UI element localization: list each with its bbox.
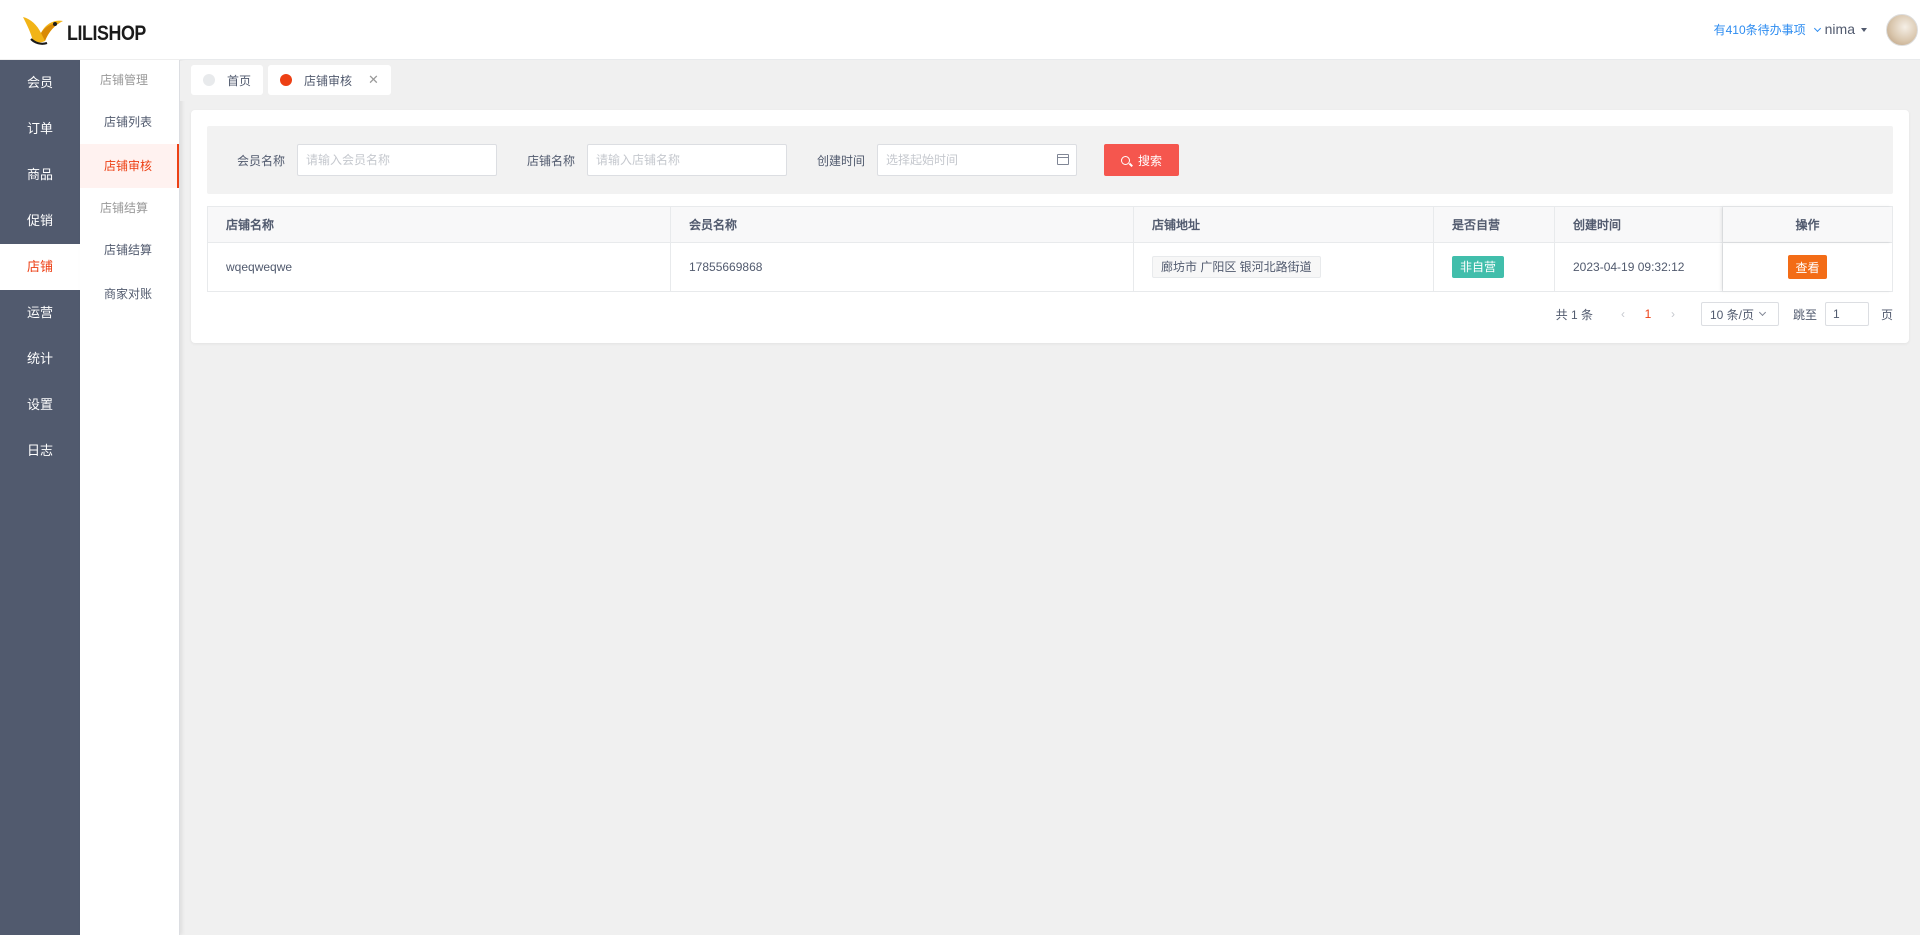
column-header-created-at: 创建时间 (1555, 207, 1723, 242)
pagination: 共 1 条 ‹ 1 › 10 条/页 跳至 页 (1556, 302, 1893, 326)
start-date-input[interactable] (877, 144, 1077, 176)
chevron-down-icon (1813, 24, 1822, 33)
avatar[interactable] (1886, 14, 1918, 46)
page-number[interactable]: 1 (1635, 307, 1661, 321)
create-time-label: 创建时间 (817, 154, 866, 168)
sub-item-store-audit[interactable]: 店铺审核 (80, 144, 179, 188)
tab-status-dot-icon (280, 74, 292, 86)
main-menu-item-store[interactable]: 店铺 (0, 244, 80, 290)
main-menu-item-goods[interactable]: 商品 (0, 152, 80, 198)
prev-page-icon[interactable]: ‹ (1611, 307, 1635, 321)
jump-suffix: 页 (1880, 307, 1893, 322)
pagination-total: 共 1 条 (1555, 307, 1593, 322)
todo-dropdown[interactable]: 有410条待办事项 (1713, 21, 1822, 38)
tab-store-audit[interactable]: 店铺审核 ✕ (268, 65, 391, 95)
sub-group-title-store-settlement: 店铺结算 (100, 201, 149, 215)
main-menu-item-member[interactable]: 会员 (0, 60, 80, 106)
cell-member-name: 17855669868 (671, 243, 1134, 291)
date-picker[interactable] (877, 144, 1077, 176)
caret-down-icon (1861, 28, 1867, 33)
member-name-input[interactable] (297, 144, 497, 176)
sub-item-store-settlement[interactable]: 店铺结算 (80, 228, 179, 272)
todo-text: 有410条待办事项 (1713, 23, 1806, 37)
member-name-label: 会员名称 (237, 154, 286, 168)
close-icon[interactable]: ✕ (368, 72, 379, 88)
search-button[interactable]: 搜索 (1104, 144, 1179, 176)
search-button-label: 搜索 (1137, 153, 1162, 168)
cell-self-operated: 非自营 (1434, 243, 1555, 291)
page-size-value: 10 条/页 (1709, 307, 1754, 322)
main-menu: 会员 订单 商品 促销 店铺 运营 统计 设置 日志 (0, 60, 80, 474)
logo[interactable]: LILISHOP (0, 0, 180, 60)
jump-label: 跳至 (1792, 307, 1817, 322)
jump-page-input[interactable] (1824, 302, 1869, 326)
status-badge: 非自营 (1452, 256, 1505, 278)
user-dropdown[interactable]: nima (1825, 21, 1867, 37)
cell-store-name: wqeqweqwe (208, 243, 671, 291)
table-row: wqeqweqwe 17855669868 廊坊市 广阳区 银河北路街道 非自营… (208, 243, 1892, 291)
user-name: nima (1824, 21, 1855, 37)
store-name-label: 店铺名称 (527, 154, 576, 168)
column-header-member-name: 会员名称 (671, 207, 1134, 242)
sub-group-title-store-manage: 店铺管理 (100, 73, 149, 87)
sub-item-store-list[interactable]: 店铺列表 (80, 100, 179, 144)
top-header: 有410条待办事项 nima (180, 0, 1920, 60)
tab-home[interactable]: 首页 (191, 65, 264, 95)
cell-created-at: 2023-04-19 09:32:12 (1555, 243, 1723, 291)
tab-status-dot-icon (203, 74, 215, 86)
main-menu-item-promotion[interactable]: 促销 (0, 198, 80, 244)
store-audit-table: 店铺名称 会员名称 店铺地址 是否自营 创建时间 操作 wqeqweqwe 17… (207, 206, 1893, 292)
page-size-select[interactable]: 10 条/页 (1700, 302, 1779, 326)
main-menu-item-settings[interactable]: 设置 (0, 382, 80, 428)
view-button[interactable]: 查看 (1788, 255, 1827, 279)
cell-action: 查看 (1723, 243, 1892, 291)
tab-label: 首页 (227, 73, 252, 88)
main-sidebar: 会员 订单 商品 促销 店铺 运营 统计 设置 日志 (0, 0, 80, 935)
search-panel: 会员名称 店铺名称 创建时间 搜索 (207, 126, 1893, 194)
bird-logo-icon (21, 13, 65, 47)
sub-item-merchant-reconciliation[interactable]: 商家对账 (80, 272, 179, 316)
calendar-icon[interactable] (1057, 154, 1069, 165)
main-menu-item-statistics[interactable]: 统计 (0, 336, 80, 382)
tabs-bar: 首页 店铺审核 ✕ (180, 61, 1920, 101)
logo-text: LILISHOP (66, 21, 146, 45)
main-menu-item-order[interactable]: 订单 (0, 106, 80, 152)
column-header-store-name: 店铺名称 (208, 207, 671, 242)
search-icon (1120, 155, 1130, 165)
table-header-row: 店铺名称 会员名称 店铺地址 是否自营 创建时间 操作 (208, 207, 1892, 243)
sub-sidebar: 店铺管理 店铺列表 店铺审核 店铺结算 店铺结算 商家对账 (80, 60, 180, 935)
store-name-input[interactable] (587, 144, 787, 176)
address-tag: 廊坊市 广阳区 银河北路街道 (1152, 256, 1321, 278)
main-menu-item-log[interactable]: 日志 (0, 428, 80, 474)
column-header-store-address: 店铺地址 (1134, 207, 1434, 242)
tab-label: 店铺审核 (304, 73, 353, 88)
column-header-action: 操作 (1723, 207, 1892, 242)
column-header-self-operated: 是否自营 (1434, 207, 1555, 242)
main-menu-item-operation[interactable]: 运营 (0, 290, 80, 336)
chevron-down-icon (1758, 308, 1767, 317)
cell-store-address: 廊坊市 广阳区 银河北路街道 (1134, 243, 1434, 291)
content-card: 会员名称 店铺名称 创建时间 搜索 店铺名称 会员名称 店铺地址 是否自营 创建… (191, 110, 1909, 343)
next-page-icon[interactable]: › (1661, 307, 1685, 321)
